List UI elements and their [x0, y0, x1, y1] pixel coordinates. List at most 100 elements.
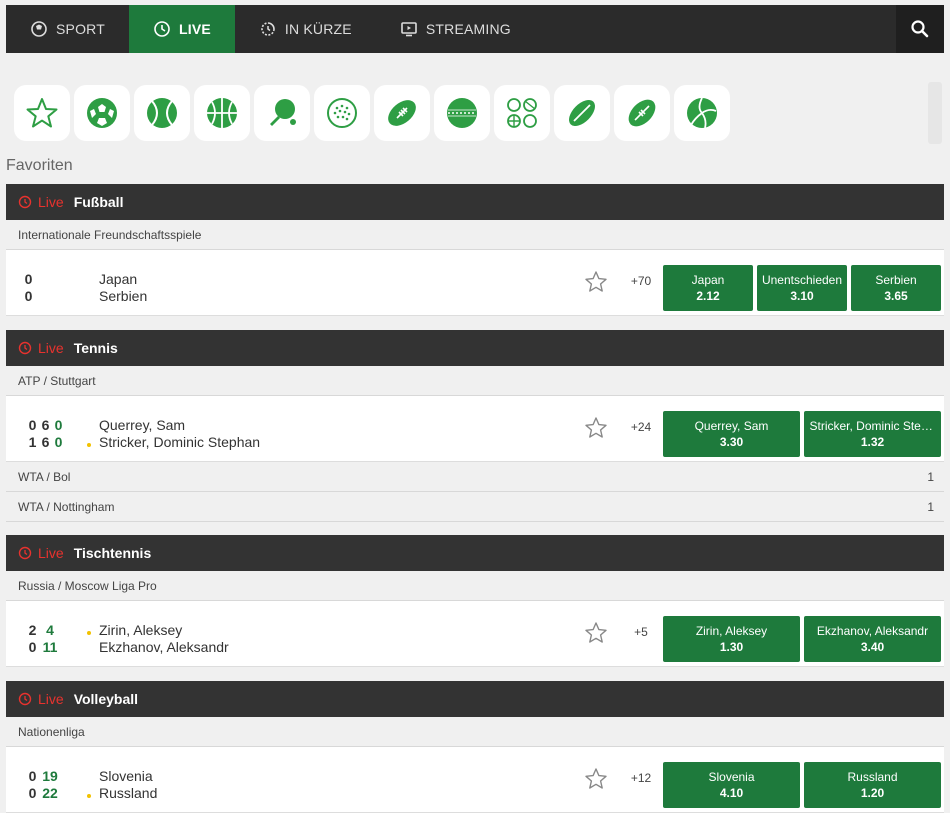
match-scores: 0 19 0 22: [26, 768, 61, 802]
sport-filter-table-tennis[interactable]: [254, 85, 310, 141]
live-clock-icon: [18, 341, 32, 355]
score-points: 0: [54, 434, 63, 450]
nav-streaming[interactable]: STREAMING: [376, 5, 535, 53]
section-header[interactable]: Live Fußball: [6, 184, 944, 220]
serve-indicator: [87, 631, 91, 635]
timer-icon: [261, 22, 275, 36]
team-home: Zirin, Aleksey: [99, 622, 183, 638]
favorites-title: Favoriten: [6, 157, 73, 174]
nav-sport-label: SPORT: [56, 21, 105, 37]
sport-filter-volleyball[interactable]: [674, 85, 730, 141]
section-sport-name: Fußball: [73, 194, 124, 210]
table-tennis-icon: [270, 99, 296, 126]
league-name: WTA / Nottingham: [18, 499, 115, 514]
team-home: Japan: [99, 271, 138, 287]
team-away: Ekzhanov, Aleksandr: [99, 639, 229, 655]
score-points: 0: [54, 417, 63, 433]
odd-label: Querrey, Sam: [694, 419, 769, 433]
live-section-football: Live Fußball Internationale Freundschaft…: [6, 184, 944, 316]
section-sport-name: Volleyball: [73, 691, 139, 707]
serve-indicator: [87, 443, 91, 447]
sport-filter-multi-sport[interactable]: [494, 85, 550, 141]
league-row-collapsed[interactable]: WTA / Nottingham 1: [6, 492, 944, 522]
odd-value: 1.30: [719, 640, 744, 654]
league-name: ATP / Stuttgart: [18, 373, 96, 388]
match-row[interactable]: 24 0 11 Zirin, Aleksey Ekzhanov, Aleksand…: [6, 601, 944, 667]
section-header[interactable]: Live Volleyball: [6, 681, 944, 717]
odd-label: Slovenia: [708, 770, 755, 784]
league-row[interactable]: Russia / Moscow Liga Pro: [6, 571, 944, 601]
sport-filter-basketball[interactable]: [194, 85, 250, 141]
nav-live[interactable]: LIVE: [128, 5, 235, 53]
league-row[interactable]: Internationale Freundschaftsspiele: [6, 220, 944, 250]
clock-icon: [154, 21, 170, 37]
odd-label: Ekzhanov, Aleksandr: [816, 624, 929, 638]
odd-button-draw[interactable]: Unentschieden 3.10: [757, 265, 847, 311]
section-header[interactable]: Live Tischtennis: [6, 535, 944, 571]
sport-filter-aussie-rules[interactable]: [614, 85, 670, 141]
league-row[interactable]: Nationenliga: [6, 717, 944, 747]
odds-group: Querrey, Sam 3.30 Stricker, Dominic Steph…: [663, 411, 941, 457]
sport-filter-tennis[interactable]: [134, 85, 190, 141]
favorite-star-icon[interactable]: [584, 621, 608, 645]
match-row[interactable]: 060 160 Querrey, Sam Stricker, Dominic S…: [6, 396, 944, 462]
odd-button-away[interactable]: Ekzhanov, Aleksandr 3.40: [804, 616, 941, 662]
odd-value: 1.20: [860, 786, 885, 800]
sport-filter-cricket[interactable]: [434, 85, 490, 141]
score-points: 11: [42, 639, 58, 655]
match-scores: 060 160: [26, 417, 65, 451]
live-label: Live: [38, 691, 64, 707]
odd-button-home[interactable]: Zirin, Aleksey 1.30: [663, 616, 800, 662]
more-markets-count[interactable]: +24: [626, 420, 656, 434]
match-row[interactable]: 0 19 0 22 Slovenia Russland +12 Slovenia 4.…: [6, 747, 944, 813]
score-sets: 2: [28, 622, 37, 638]
search-button[interactable]: [896, 5, 944, 53]
favorite-star-icon[interactable]: [584, 416, 608, 440]
odd-button-home[interactable]: Slovenia 4.10: [663, 762, 800, 808]
soccer-globe-icon: [31, 21, 47, 37]
tennis-icon: [147, 98, 177, 128]
sport-filter-golf[interactable]: [314, 85, 370, 141]
more-markets-count[interactable]: +70: [626, 274, 656, 288]
sport-filter-favorites[interactable]: [14, 85, 70, 141]
sport-filter-american-football[interactable]: [374, 85, 430, 141]
live-clock-icon: [18, 195, 32, 209]
odd-label: Russland: [847, 770, 898, 784]
section-sport-name: Tischtennis: [73, 545, 152, 561]
section-header[interactable]: Live Tennis: [6, 330, 944, 366]
match-scores: 0 0: [22, 271, 35, 305]
odd-button-away[interactable]: Serbien 3.65: [851, 265, 941, 311]
odd-button-away[interactable]: Russland 1.20: [804, 762, 941, 808]
team-away: Stricker, Dominic Stephan: [99, 434, 261, 450]
more-markets-count[interactable]: +12: [626, 771, 656, 785]
favorite-star-icon[interactable]: [584, 270, 608, 294]
odd-button-home[interactable]: Querrey, Sam 3.30: [663, 411, 800, 457]
league-row-collapsed[interactable]: WTA / Bol 1: [6, 462, 944, 492]
league-row[interactable]: ATP / Stuttgart: [6, 366, 944, 396]
volleyball-icon: [687, 97, 717, 129]
league-name: Russia / Moscow Liga Pro: [18, 578, 157, 593]
score-sets: 0: [28, 768, 37, 784]
match-row[interactable]: 0 0 Japan Serbien +70 Japan 2.12 Unentsch…: [6, 250, 944, 316]
nav-streaming-label: STREAMING: [425, 21, 511, 37]
live-label: Live: [38, 545, 64, 561]
sport-filter-rugby[interactable]: [554, 85, 610, 141]
team-names: Querrey, Sam Stricker, Dominic Stephan: [87, 417, 260, 451]
sport-filter-football[interactable]: [74, 85, 130, 141]
nav-in-kuerze[interactable]: IN KÜRZE: [235, 5, 376, 53]
odd-button-home[interactable]: Japan 2.12: [663, 265, 753, 311]
match-scores: 24 0 11: [26, 622, 61, 656]
odd-button-away[interactable]: Stricker, Dominic Stephan 1.32: [804, 411, 941, 457]
sport-strip-scroll-edge[interactable]: [928, 82, 942, 144]
score-sets: 0: [28, 417, 37, 433]
star-icon: [26, 98, 58, 128]
score-sets: 0: [28, 639, 37, 655]
favorite-star-icon[interactable]: [584, 767, 608, 791]
more-markets-count[interactable]: +5: [626, 625, 656, 639]
nav-sport[interactable]: SPORT: [6, 5, 129, 53]
live-section-volleyball: Live Volleyball Nationenliga 0 19 0 22 Slo…: [6, 681, 944, 813]
basketball-icon: [207, 98, 237, 128]
league-name: WTA / Bol: [18, 469, 71, 484]
multi-sport-icon: [507, 98, 537, 128]
odds-group: Japan 2.12 Unentschieden 3.10 Serbien 3.65: [663, 265, 941, 311]
